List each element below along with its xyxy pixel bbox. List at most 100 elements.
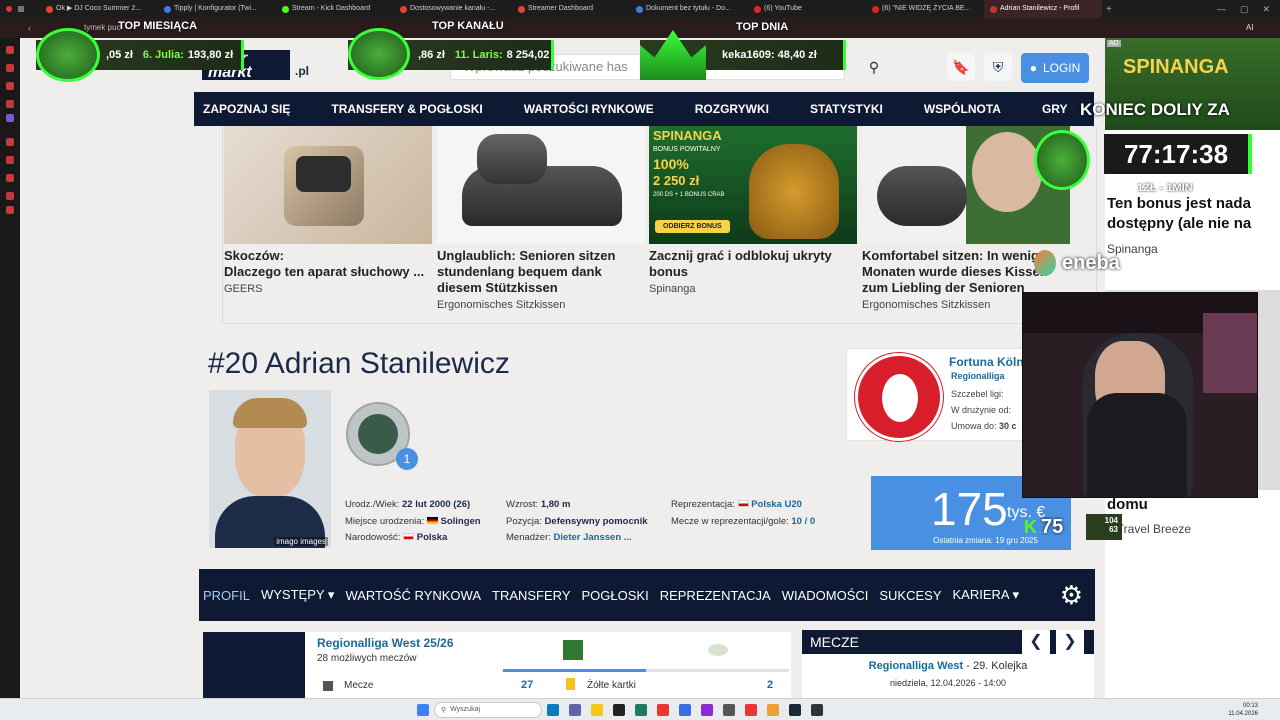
club-card[interactable]: Fortuna Köln Regionalliga Szczebel ligi:…: [846, 348, 1024, 441]
nav-rozgrywki[interactable]: ROZGRYWKI: [695, 102, 769, 116]
stopwatch-icon: [1034, 130, 1090, 190]
national-team-link[interactable]: Polska U20: [751, 499, 802, 510]
sidebar-icon-1[interactable]: [6, 46, 14, 54]
sidebar-icon-4[interactable]: [6, 100, 14, 108]
yellow-card-icon: [566, 678, 575, 690]
ai-button[interactable]: AI: [1246, 23, 1254, 32]
shield-icon[interactable]: ⛨: [984, 53, 1012, 81]
vote-down: 63: [1109, 525, 1118, 534]
browser-tab[interactable]: Adrian Stanilewicz - Profil: [984, 0, 1102, 18]
league-title[interactable]: Regionalliga West 25/26: [317, 636, 454, 650]
team-row: Reprezentacja: Polska U20: [671, 499, 802, 510]
minimize-icon[interactable]: —: [1217, 4, 1226, 15]
sidebar-icon-6[interactable]: [6, 156, 14, 164]
fortuna-koln-logo: [855, 353, 943, 441]
window-close-icon[interactable]: ✕: [1262, 4, 1270, 15]
subnav-kariera[interactable]: KARIERA ▾: [953, 587, 1020, 603]
browser-tab[interactable]: Dokument bez tytułu - Do...: [630, 0, 748, 18]
next-match-league-link[interactable]: Regionalliga West: [869, 660, 964, 672]
nav-wartosci[interactable]: WARTOŚCI RYNKOWE: [524, 102, 654, 116]
subnav-reprezentacja[interactable]: REPREZENTACJA: [660, 588, 771, 603]
overlay-top-channel-label: TOP KANAŁU: [432, 20, 504, 32]
maximize-icon[interactable]: ▢: [1240, 4, 1249, 15]
vote-counter: 104 63: [1086, 514, 1122, 540]
twitch-icon[interactable]: [6, 114, 14, 122]
day-entry: keka1609: 48,40 zł: [722, 49, 817, 61]
app-icon-1[interactable]: [635, 703, 647, 716]
app-icon-2[interactable]: [679, 703, 691, 716]
gear-icon[interactable]: ⚙: [1060, 580, 1083, 611]
subnav-wystepy[interactable]: WYSTĘPY ▾: [261, 587, 334, 603]
bookmark-icon[interactable]: 🔖: [947, 53, 975, 81]
nav-statystyki[interactable]: STATYSTYKI: [810, 102, 883, 116]
account-search-icon[interactable]: ⚲: [860, 53, 888, 81]
subnav-sukcesy[interactable]: SUKCESY: [879, 588, 941, 603]
edge-icon[interactable]: [547, 703, 559, 716]
app-icon-6[interactable]: [767, 703, 779, 716]
obs-icon[interactable]: [811, 703, 823, 716]
subnav-pogloski[interactable]: POGŁOSKI: [582, 588, 649, 603]
yellow-cards-value[interactable]: 2: [767, 679, 773, 691]
user-icon: ●: [1029, 61, 1037, 75]
matches-icon: [323, 681, 333, 691]
browser-tab[interactable]: (6) YouTube: [748, 0, 866, 18]
sidebar-icon-2[interactable]: [6, 64, 14, 72]
teams-icon[interactable]: [569, 703, 581, 716]
caps-link[interactable]: 10 / 0: [791, 516, 815, 527]
right-ad-bottom-title: domu: [1107, 496, 1148, 513]
browser-tab[interactable]: Streamer Dashboard: [512, 0, 630, 18]
app-icon-4[interactable]: [723, 703, 735, 716]
next-arrow-icon[interactable]: ❯: [1056, 630, 1084, 654]
url-text[interactable]: tymek puc: [84, 23, 120, 32]
start-icon[interactable]: [417, 703, 429, 716]
new-tab-icon[interactable]: +: [1106, 4, 1112, 15]
ad-tile-3[interactable]: SPINANGA BONUS POWITALNY 100% 2 250 zł 2…: [649, 126, 857, 295]
club-name[interactable]: Fortuna Köln: [949, 355, 1024, 369]
browser-tab[interactable]: Stream - Kick Dashboard: [276, 0, 394, 18]
app-icon-3[interactable]: [701, 703, 713, 716]
nav-transfery[interactable]: TRANSFERY & POGŁOSKI: [331, 102, 482, 116]
prev-arrow-icon[interactable]: ❮: [1022, 630, 1050, 654]
league-logo: [203, 632, 305, 698]
close-icon[interactable]: [6, 6, 12, 12]
matches-value[interactable]: 27: [521, 679, 533, 691]
player-photo: imago images: [209, 390, 331, 548]
sidebar-icon-3[interactable]: [6, 82, 14, 90]
back-icon[interactable]: ‹: [28, 23, 31, 33]
agent-link[interactable]: Dieter Janssen ...: [554, 532, 632, 543]
nav-gry[interactable]: GRY: [1042, 102, 1068, 116]
height-row: Wzrost: 1,80 m: [506, 499, 571, 510]
sidebar-icon-5[interactable]: [6, 138, 14, 146]
nav-wspolnota[interactable]: WSPÓLNOTA: [924, 102, 1001, 116]
tab-favicon-icon: [164, 5, 171, 13]
tiger-mascot-icon: [749, 144, 839, 239]
club-league[interactable]: Regionalliga: [951, 371, 1005, 381]
nav-zapoznaj[interactable]: ZAPOZNAJ SIĘ: [203, 102, 290, 116]
taskbar: ⚲ Wyszukaj 00:13 11.04.2026: [0, 698, 1280, 720]
subnav-wartosc[interactable]: WARTOŚĆ RYNKOWA: [345, 588, 481, 603]
browser-tab[interactable]: (6) "NIE WIDZĘ ŻYCIA BE...: [866, 0, 984, 18]
ad-tile-1[interactable]: Skoczów: Dlaczego ten aparat słuchowy ..…: [224, 126, 432, 295]
ad-tile-2[interactable]: Unglaublich: Senioren sitzen stundenlang…: [437, 126, 645, 311]
system-clock[interactable]: 00:13 11.04.2026: [1228, 702, 1258, 718]
subnav-profil[interactable]: PROFIL: [203, 588, 250, 603]
tab-list-icon[interactable]: [18, 6, 24, 12]
terminal-icon[interactable]: [613, 703, 625, 716]
webcam-feed: [1022, 292, 1258, 498]
steam-icon[interactable]: [789, 703, 801, 716]
ad-image-earbuds: [224, 126, 432, 244]
login-button[interactable]: ● LOGIN: [1021, 53, 1089, 83]
taskbar-search[interactable]: ⚲ Wyszukaj: [434, 701, 542, 718]
browser-tab[interactable]: Dostosowywanie kanału -...: [394, 0, 512, 18]
sidebar-icon-7[interactable]: [6, 174, 14, 182]
ad-cta-button[interactable]: ODBIERZ BONUS: [655, 220, 730, 233]
opera-icon[interactable]: [657, 703, 669, 716]
app-icon-5[interactable]: [745, 703, 757, 716]
browser-tab[interactable]: Tipply | Konfigurator (Twi...: [158, 0, 276, 18]
subnav-transfery[interactable]: TRANSFERY: [492, 588, 571, 603]
sidebar-icon-8[interactable]: [6, 192, 14, 200]
subnav-wiadomosci[interactable]: WIADOMOŚCI: [782, 588, 869, 603]
settings-icon[interactable]: [6, 206, 14, 214]
browser-tab[interactable]: Ok ▶ DJ Coco Summer 2...: [40, 0, 158, 18]
explorer-icon[interactable]: [591, 703, 603, 716]
